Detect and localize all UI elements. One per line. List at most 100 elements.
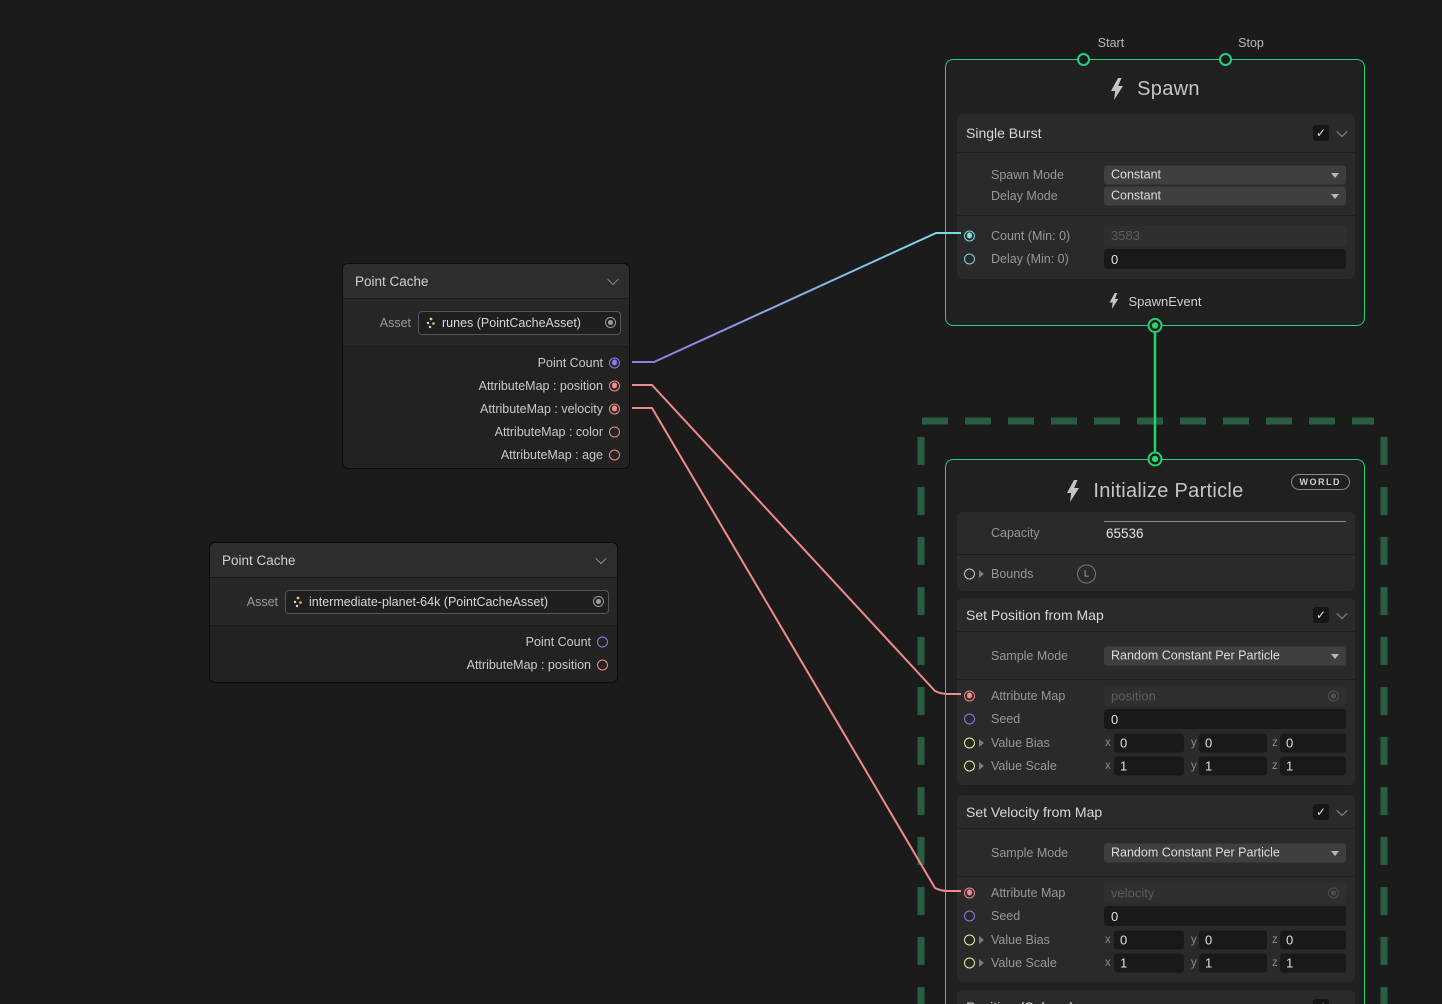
block-enabled-checkbox[interactable]: [1313, 999, 1329, 1004]
seed-input-port[interactable]: [964, 911, 975, 922]
block-header[interactable]: Position (Sphere): [957, 990, 1355, 1004]
seed-field[interactable]: 0: [1104, 906, 1346, 926]
attribute-map-field[interactable]: position: [1104, 685, 1346, 706]
value-bias-z-field[interactable]: 0: [1280, 930, 1346, 949]
chevron-down-icon[interactable]: [1336, 607, 1347, 618]
spawn-event-output: SpawnEvent: [946, 288, 1364, 314]
sample-mode-label: Sample Mode: [991, 846, 1068, 860]
value-bias-x-field[interactable]: 0: [1114, 930, 1184, 949]
value-bias-input-port[interactable]: [964, 934, 975, 945]
attributemap-velocity-output-port[interactable]: [609, 403, 620, 414]
value-scale-input-port[interactable]: [964, 958, 975, 969]
x-axis-label: x: [1105, 934, 1111, 946]
value-scale-y-field[interactable]: 1: [1199, 954, 1267, 973]
initialize-particle-node[interactable]: Initialize Particle WORLD Capacity 65536…: [945, 459, 1365, 1004]
stop-flow-port[interactable]: [1219, 53, 1232, 66]
point-count-output-port[interactable]: [597, 636, 608, 647]
point-cache-asset-icon: [425, 317, 437, 329]
asset-object-field[interactable]: runes (PointCacheAsset): [418, 311, 621, 335]
object-picker-icon[interactable]: [593, 596, 604, 607]
block-enabled-checkbox[interactable]: [1313, 804, 1329, 820]
value-scale-z-field[interactable]: 1: [1280, 954, 1346, 973]
delay-field[interactable]: 0: [1104, 249, 1346, 269]
value-bias-y-field[interactable]: 0: [1199, 733, 1267, 752]
vfx-graph-canvas[interactable]: Start Stop Spawn Single Burst Spawn Mode…: [0, 0, 1442, 1004]
bounds-label: Bounds: [991, 567, 1033, 581]
attributemap-position-output-port[interactable]: [609, 380, 620, 391]
chevron-down-icon[interactable]: [607, 274, 618, 285]
block-enabled-checkbox[interactable]: [1313, 607, 1329, 623]
attribute-map-input-port[interactable]: [964, 887, 975, 898]
spawn-node[interactable]: Start Stop Spawn Single Burst Spawn Mode…: [945, 59, 1365, 326]
delay-mode-label: Delay Mode: [991, 189, 1058, 203]
single-burst-header[interactable]: Single Burst: [957, 114, 1355, 153]
edge-position-to-attributemap[interactable]: [632, 385, 961, 694]
point-count-output-port[interactable]: [609, 357, 620, 368]
foldout-triangle-icon[interactable]: [979, 762, 984, 770]
attributemap-position-output-port[interactable]: [597, 659, 608, 670]
value-bias-row: Value Bias x 0 y 0 z 0: [957, 731, 1355, 755]
value-bias-x-field[interactable]: 0: [1114, 733, 1184, 752]
object-picker-icon[interactable]: [605, 317, 616, 328]
edge-velocity-to-attributemap[interactable]: [632, 408, 961, 891]
asset-value: intermediate-planet-64k (PointCacheAsset…: [309, 595, 548, 609]
node-title: Spawn: [1137, 78, 1200, 101]
delay-mode-dropdown[interactable]: Constant: [1104, 186, 1346, 205]
value-bias-z-field[interactable]: 0: [1280, 733, 1346, 752]
start-flow-port[interactable]: [1077, 53, 1090, 66]
spawn-title-bar[interactable]: Spawn: [946, 66, 1364, 112]
sample-mode-dropdown[interactable]: Random Constant Per Particle: [1104, 843, 1346, 862]
object-picker-icon[interactable]: [1328, 887, 1339, 898]
value-bias-y-field[interactable]: 0: [1199, 930, 1267, 949]
point-cache-header[interactable]: Point Cache: [343, 264, 629, 299]
value-scale-x-field[interactable]: 1: [1114, 757, 1184, 776]
attribute-map-input-port[interactable]: [964, 690, 975, 701]
delay-input-port[interactable]: [964, 254, 975, 265]
attribute-map-field[interactable]: velocity: [1104, 882, 1346, 903]
point-cache-header[interactable]: Point Cache: [210, 543, 617, 578]
seed-label: Seed: [991, 909, 1020, 923]
spawn-mode-dropdown[interactable]: Constant: [1104, 165, 1346, 184]
count-input-port[interactable]: [964, 230, 975, 241]
block-header[interactable]: Set Position from Map: [957, 598, 1355, 632]
point-cache-planet-node[interactable]: Point Cache Asset intermediate-planet-64…: [209, 542, 618, 683]
value-scale-z-field[interactable]: 1: [1280, 757, 1346, 776]
value-scale-y-field[interactable]: 1: [1199, 757, 1267, 776]
chevron-down-icon[interactable]: [1336, 999, 1347, 1004]
attributemap-color-output-port[interactable]: [609, 426, 620, 437]
seed-field[interactable]: 0: [1104, 709, 1346, 729]
chevron-down-icon[interactable]: [1336, 804, 1347, 815]
edge-pointcount-to-count[interactable]: [632, 233, 961, 362]
world-space-badge[interactable]: WORLD: [1291, 474, 1351, 490]
foldout-triangle-icon[interactable]: [979, 936, 984, 944]
outputs: Point Count AttributeMap : position: [210, 626, 617, 682]
foldout-triangle-icon[interactable]: [979, 570, 984, 578]
capacity-field[interactable]: 65536: [1104, 521, 1346, 541]
output-label: AttributeMap : color: [495, 425, 603, 439]
chevron-down-icon[interactable]: [1336, 126, 1347, 137]
block-header[interactable]: Set Velocity from Map: [957, 795, 1355, 829]
outputs: Point Count AttributeMap : position Attr…: [343, 347, 629, 469]
output-row: AttributeMap : color: [343, 420, 629, 443]
value-scale-label: Value Scale: [991, 759, 1057, 773]
asset-object-field[interactable]: intermediate-planet-64k (PointCacheAsset…: [285, 590, 609, 614]
foldout-triangle-icon[interactable]: [979, 739, 984, 747]
value-scale-x-field[interactable]: 1: [1114, 954, 1184, 973]
point-cache-runes-node[interactable]: Point Cache Asset runes (PointCacheAsset…: [342, 263, 630, 469]
foldout-triangle-icon[interactable]: [979, 959, 984, 967]
local-space-icon[interactable]: L: [1077, 564, 1096, 583]
attributemap-age-output-port[interactable]: [609, 449, 620, 460]
capacity-bounds-block: Capacity 65536 Bounds L: [957, 512, 1355, 591]
bounds-input-port[interactable]: [964, 568, 975, 579]
object-picker-icon[interactable]: [1328, 690, 1339, 701]
sample-mode-label: Sample Mode: [991, 649, 1068, 663]
y-axis-label: y: [1191, 737, 1197, 749]
block-enabled-checkbox[interactable]: [1313, 125, 1329, 141]
value-bias-input-port[interactable]: [964, 737, 975, 748]
count-field[interactable]: 3583: [1104, 226, 1346, 246]
single-burst-block: Single Burst Spawn Mode Constant Delay M…: [957, 114, 1355, 279]
chevron-down-icon[interactable]: [595, 553, 606, 564]
sample-mode-dropdown[interactable]: Random Constant Per Particle: [1104, 646, 1346, 665]
seed-input-port[interactable]: [964, 714, 975, 725]
value-scale-input-port[interactable]: [964, 761, 975, 772]
